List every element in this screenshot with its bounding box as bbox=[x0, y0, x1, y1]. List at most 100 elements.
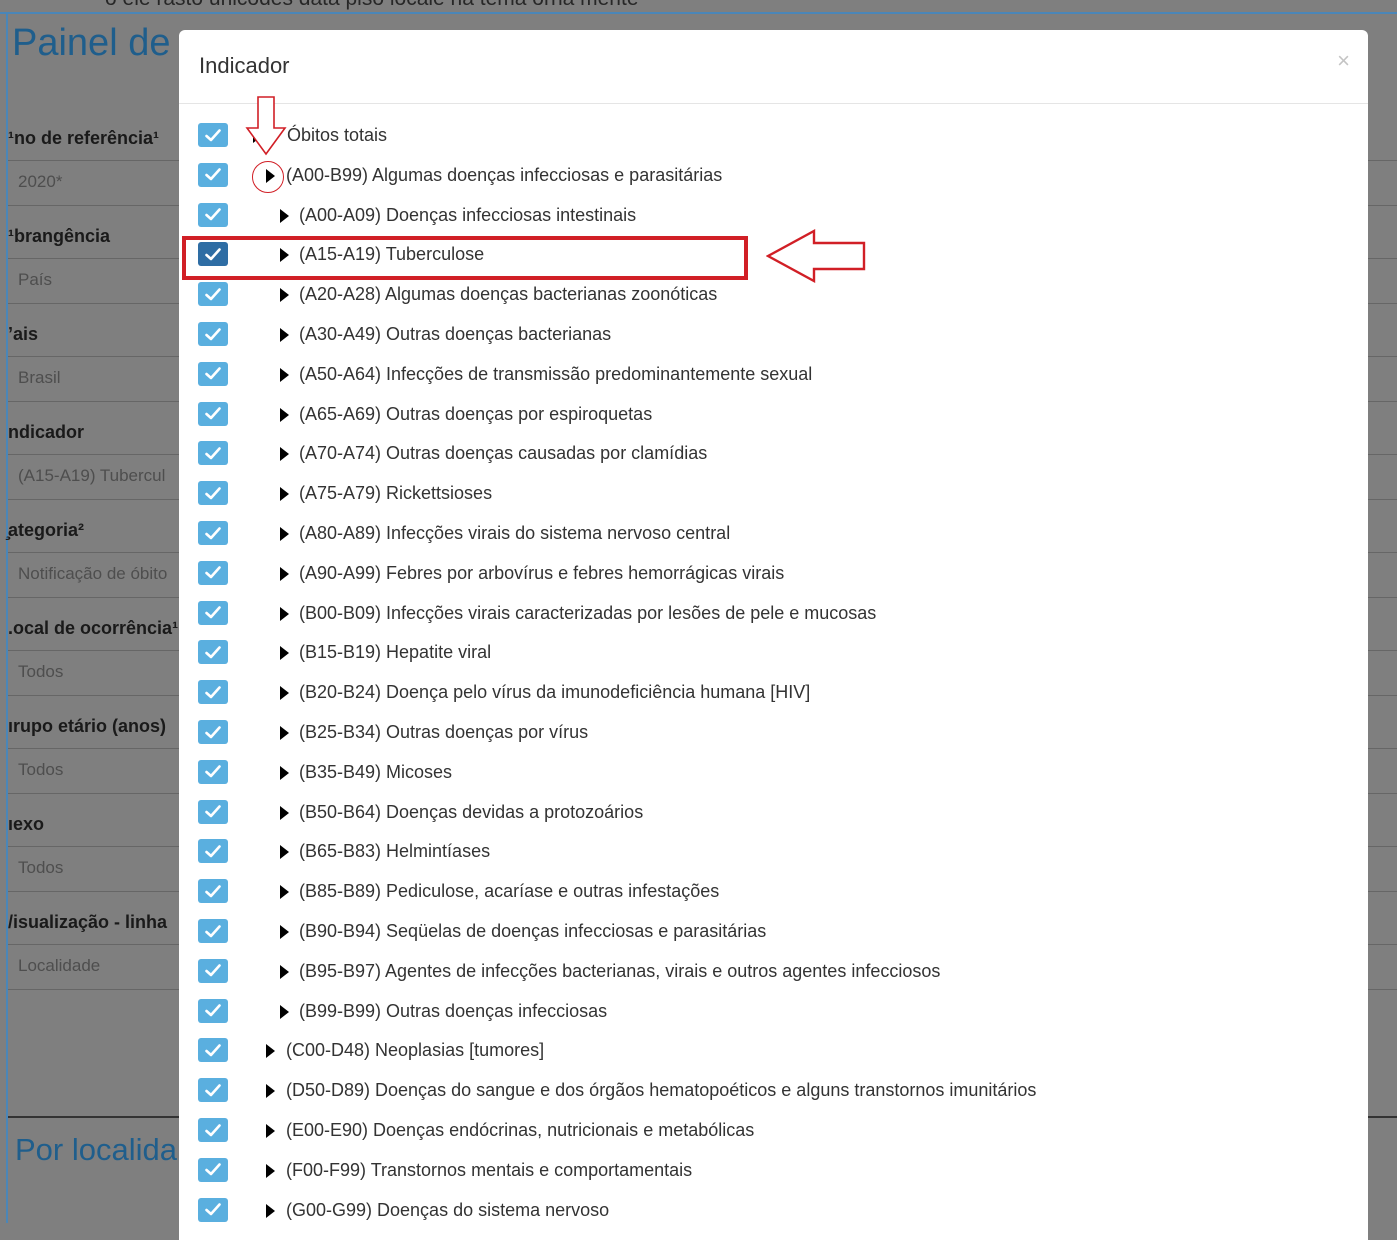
tree-item-label[interactable]: (A50-A64) Infecções de transmissão predo… bbox=[299, 364, 812, 385]
caret-right-icon[interactable] bbox=[280, 964, 289, 979]
tree-item-label[interactable]: (B65-B83) Helmintíases bbox=[299, 841, 490, 862]
caret-right-icon[interactable] bbox=[266, 1163, 275, 1178]
filter-value[interactable]: 2020* bbox=[18, 172, 62, 192]
tree-item[interactable]: (B65-B83) Helmintíases bbox=[179, 834, 1368, 872]
tree-item[interactable]: (D50-D89) Doenças do sangue e dos órgãos… bbox=[179, 1073, 1368, 1111]
caret-right-icon[interactable] bbox=[280, 606, 289, 621]
tree-item[interactable]: (A90-A99) Febres por arbovírus e febres … bbox=[179, 556, 1368, 594]
checkbox[interactable] bbox=[198, 1078, 228, 1103]
checkbox[interactable] bbox=[198, 322, 228, 346]
filter-value[interactable]: Todos bbox=[18, 858, 63, 878]
filter-value[interactable]: (A15-A19) Tubercul bbox=[18, 466, 165, 486]
tree-item-label[interactable]: (A90-A99) Febres por arbovírus e febres … bbox=[299, 563, 784, 584]
tree-item[interactable]: (A00-B99) Algumas doenças infecciosas e … bbox=[179, 158, 1368, 196]
tree-item[interactable]: (A80-A89) Infecções virais do sistema ne… bbox=[179, 516, 1368, 554]
tree-item-label[interactable]: (E00-E90) Doenças endócrinas, nutriciona… bbox=[286, 1120, 754, 1141]
close-icon[interactable]: × bbox=[1337, 50, 1350, 72]
tree-item-label[interactable]: (A80-A89) Infecções virais do sistema ne… bbox=[299, 523, 730, 544]
checkbox[interactable] bbox=[198, 998, 228, 1023]
checkbox[interactable] bbox=[198, 481, 228, 506]
checkbox[interactable] bbox=[198, 401, 228, 426]
tree-item-label[interactable]: (G00-G99) Doenças do sistema nervoso bbox=[286, 1200, 609, 1221]
tree-item-label[interactable]: (A20-A28) Algumas doenças bacterianas zo… bbox=[299, 284, 717, 305]
filter-value[interactable]: País bbox=[18, 270, 52, 290]
tree-item-label[interactable]: (A30-A49) Outras doenças bacterianas bbox=[299, 324, 611, 345]
caret-right-icon[interactable] bbox=[266, 1044, 275, 1059]
tree-item[interactable]: (B95-B97) Agentes de infecções bacterian… bbox=[179, 954, 1368, 992]
tree-item-label[interactable]: (A70-A74) Outras doenças causadas por cl… bbox=[299, 443, 707, 464]
checkbox[interactable] bbox=[198, 958, 228, 983]
tree-item-label[interactable]: (B35-B49) Micoses bbox=[299, 762, 452, 783]
tree-item[interactable]: (B50-B64) Doenças devidas a protozoários bbox=[179, 795, 1368, 833]
tree-item[interactable]: (B85-B89) Pediculose, acaríase e outras … bbox=[179, 874, 1368, 912]
caret-right-icon[interactable] bbox=[280, 646, 289, 661]
caret-right-icon[interactable] bbox=[280, 447, 289, 462]
tree-item[interactable]: (B35-B49) Micoses bbox=[179, 755, 1368, 793]
checkbox[interactable] bbox=[198, 1038, 228, 1063]
tree-item[interactable]: (B20-B24) Doença pelo vírus da imunodefi… bbox=[179, 675, 1368, 713]
filter-value[interactable]: Brasil bbox=[18, 368, 61, 388]
tree-item[interactable]: (A65-A69) Outras doenças por espiroqueta… bbox=[179, 397, 1368, 435]
tree-item[interactable]: (B15-B19) Hepatite viral bbox=[179, 635, 1368, 673]
caret-right-icon[interactable] bbox=[280, 487, 289, 502]
caret-right-icon[interactable] bbox=[280, 726, 289, 740]
tree-item-label[interactable]: (B90-B94) Seqüelas de doenças infecciosa… bbox=[299, 921, 766, 942]
tree-item[interactable]: (A30-A49) Outras doenças bacterianas bbox=[179, 317, 1368, 355]
tree-item-label[interactable]: (B85-B89) Pediculose, acaríase e outras … bbox=[299, 881, 719, 902]
tree-item[interactable]: Óbitos totais bbox=[179, 118, 1368, 156]
checkbox[interactable] bbox=[198, 1197, 228, 1222]
checkbox[interactable] bbox=[198, 560, 228, 585]
filter-value[interactable]: Todos bbox=[18, 760, 63, 780]
checkbox[interactable] bbox=[198, 123, 228, 147]
tree-item-label[interactable]: (B15-B19) Hepatite viral bbox=[299, 642, 491, 663]
tree-item-label[interactable]: (F00-F99) Transtornos mentais e comporta… bbox=[286, 1160, 692, 1181]
caret-right-icon[interactable] bbox=[280, 527, 289, 541]
caret-right-icon[interactable] bbox=[280, 566, 289, 581]
checkbox[interactable] bbox=[198, 1118, 228, 1142]
checkbox[interactable] bbox=[198, 162, 228, 187]
tree-item[interactable]: (B00-B09) Infecções virais caracterizada… bbox=[179, 596, 1368, 634]
caret-right-icon[interactable] bbox=[280, 407, 289, 422]
caret-right-icon[interactable] bbox=[280, 885, 289, 900]
checkbox[interactable] bbox=[198, 919, 228, 943]
tree-item-label[interactable]: (B25-B34) Outras doenças por vírus bbox=[299, 722, 588, 743]
tree-item[interactable]: (G00-G99) Doenças do sistema nervoso bbox=[179, 1193, 1368, 1231]
checkbox[interactable] bbox=[198, 441, 228, 466]
tree-item-label[interactable]: (C00-D48) Neoplasias [tumores] bbox=[286, 1040, 544, 1061]
checkbox[interactable] bbox=[198, 202, 228, 227]
tree-item[interactable]: (A70-A74) Outras doenças causadas por cl… bbox=[179, 436, 1368, 474]
tree-item[interactable]: (A50-A64) Infecções de transmissão predo… bbox=[179, 357, 1368, 395]
tree-item-label[interactable]: (B50-B64) Doenças devidas a protozoários bbox=[299, 802, 643, 823]
tree-item-label[interactable]: (A65-A69) Outras doenças por espiroqueta… bbox=[299, 404, 652, 425]
checkbox[interactable] bbox=[198, 720, 228, 744]
tree-item[interactable]: (B25-B34) Outras doenças por vírus bbox=[179, 715, 1368, 753]
caret-right-icon[interactable] bbox=[280, 686, 289, 701]
checkbox[interactable] bbox=[198, 680, 228, 705]
tree-item-label[interactable]: (A75-A79) Rickettsioses bbox=[299, 483, 492, 504]
tree-item[interactable]: (E00-E90) Doenças endócrinas, nutriciona… bbox=[179, 1113, 1368, 1151]
tree-item-label[interactable]: (B95-B97) Agentes de infecções bacterian… bbox=[299, 961, 940, 982]
checkbox[interactable] bbox=[198, 282, 228, 307]
tree-item[interactable]: (F00-F99) Transtornos mentais e comporta… bbox=[179, 1153, 1368, 1191]
tree-item-label[interactable]: (B20-B24) Doença pelo vírus da imunodefi… bbox=[299, 682, 810, 703]
caret-right-icon[interactable] bbox=[280, 925, 289, 939]
checkbox[interactable] bbox=[198, 839, 228, 864]
checkbox[interactable] bbox=[198, 521, 228, 545]
tree-item-label[interactable]: (A00-A09) Doenças infecciosas intestinai… bbox=[299, 205, 636, 226]
tree-item[interactable]: (C00-D48) Neoplasias [tumores] bbox=[179, 1033, 1368, 1071]
checkbox[interactable] bbox=[198, 640, 228, 665]
filter-value[interactable]: Localidade bbox=[18, 956, 100, 976]
caret-right-icon[interactable] bbox=[280, 288, 289, 303]
caret-right-icon[interactable] bbox=[280, 765, 289, 780]
checkbox[interactable] bbox=[198, 600, 228, 625]
tree-item-label[interactable]: (A00-B99) Algumas doenças infecciosas e … bbox=[286, 165, 722, 186]
tree-item-label[interactable]: Óbitos totais bbox=[287, 125, 387, 146]
caret-right-icon[interactable] bbox=[266, 1203, 275, 1218]
filter-value[interactable]: Notificação de óbito bbox=[18, 564, 167, 584]
caret-right-icon[interactable] bbox=[280, 328, 289, 342]
checkbox[interactable] bbox=[198, 361, 228, 386]
checkbox[interactable] bbox=[198, 759, 228, 784]
checkbox[interactable] bbox=[198, 799, 228, 824]
caret-right-icon[interactable] bbox=[280, 208, 289, 223]
checkbox[interactable] bbox=[198, 879, 228, 904]
